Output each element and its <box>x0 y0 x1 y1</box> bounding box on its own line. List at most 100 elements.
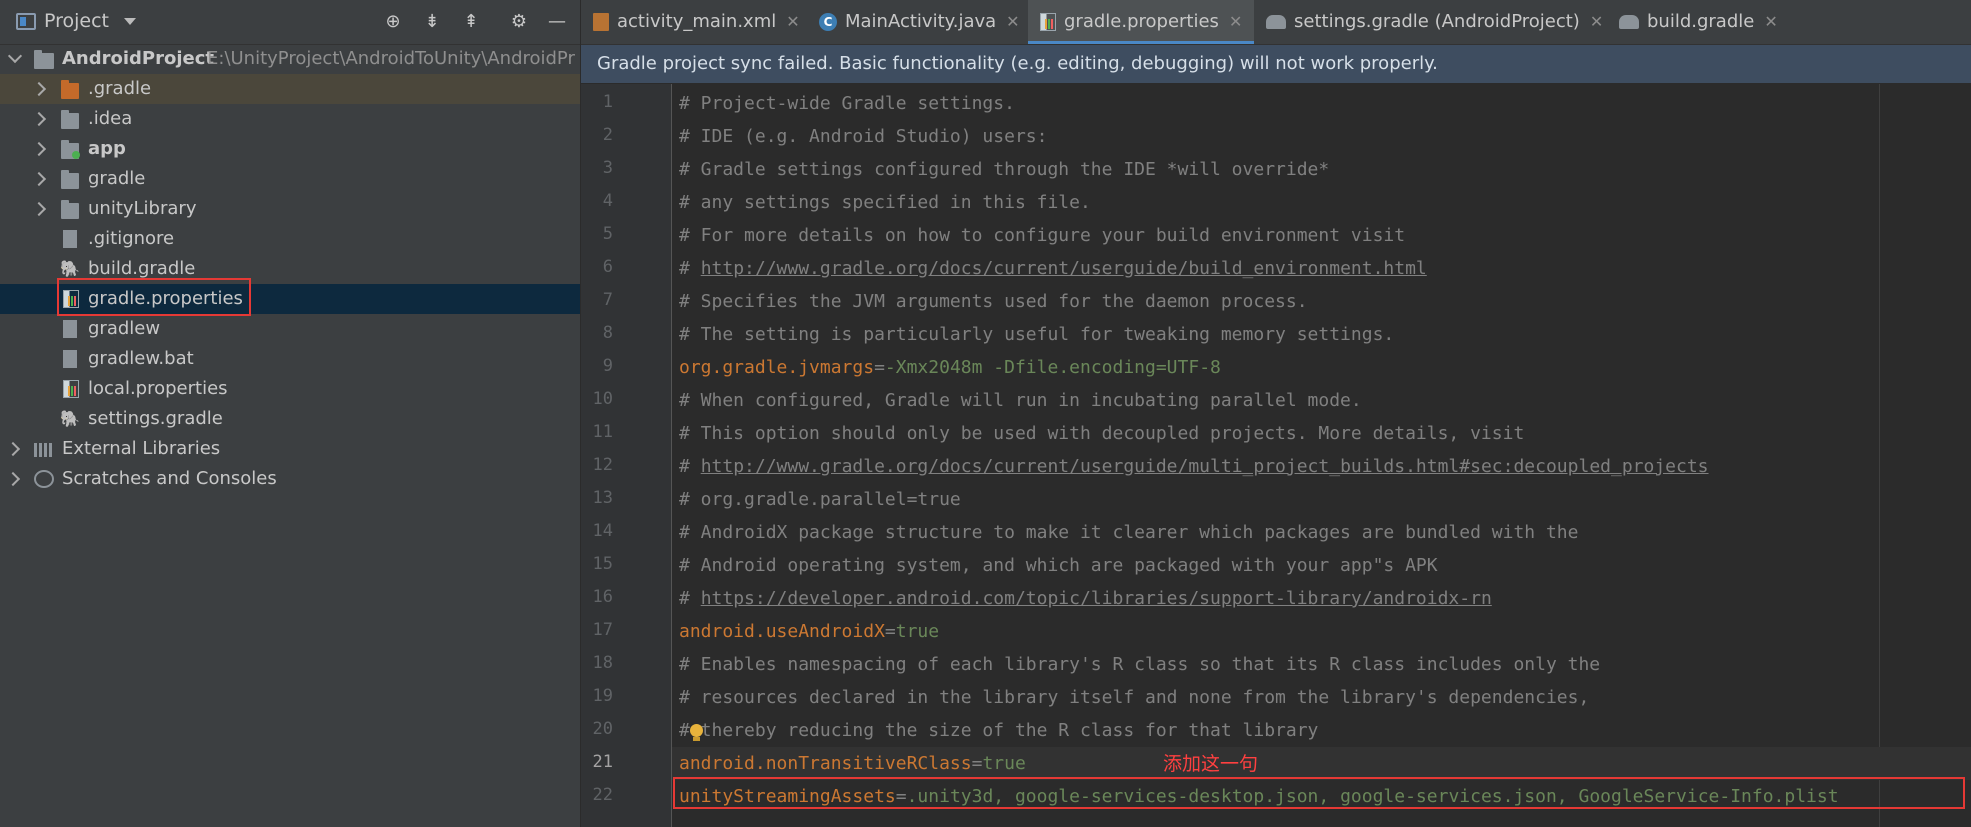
comment-text: # When configured, Gradle will run in in… <box>679 390 1362 411</box>
library-icon <box>34 443 54 457</box>
tree-item-local-properties[interactable]: local.properties <box>0 374 580 404</box>
chevron-right-icon[interactable] <box>31 111 47 127</box>
tree-root-item[interactable]: AndroidProject E:\UnityProject\AndroidTo… <box>0 44 580 74</box>
tab-activity-main-xml[interactable]: activity_main.xml ✕ <box>593 0 800 44</box>
tree-item-app[interactable]: app <box>0 134 580 164</box>
line-number: 6 <box>602 257 613 277</box>
comment-text: # Project-wide Gradle settings. <box>679 93 1015 114</box>
tree-item-gradle[interactable]: gradle <box>0 164 580 194</box>
editor-tab-bar: activity_main.xml ✕ C MainActivity.java ✕ g… <box>581 0 1971 45</box>
close-icon[interactable]: ✕ <box>1229 12 1242 31</box>
tab-label: activity_main.xml <box>617 11 777 32</box>
highlight-box <box>673 777 1965 809</box>
gradle-icon: 🐘 <box>60 409 80 428</box>
code-line[interactable]: # Gradle settings configured through the… <box>679 153 1329 186</box>
chevron-down-icon[interactable] <box>124 18 136 25</box>
close-icon[interactable]: ✕ <box>1590 12 1603 31</box>
hide-panel-icon[interactable]: — <box>546 11 568 33</box>
line-number: 8 <box>602 323 613 343</box>
comment-text: # <box>679 456 701 477</box>
tree-item-gradlew[interactable]: gradlew <box>0 314 580 344</box>
line-number: 11 <box>592 422 613 442</box>
code-line[interactable]: # any settings specified in this file. <box>679 186 1091 219</box>
line-number: 4 <box>602 191 613 211</box>
line-number: 15 <box>592 554 613 574</box>
comment-link[interactable]: http://www.gradle.org/docs/current/userg… <box>701 258 1427 279</box>
property-separator: = <box>874 357 885 378</box>
tree-item-scratches[interactable]: Scratches and Consoles <box>0 464 580 494</box>
code-line[interactable]: # AndroidX package structure to make it … <box>679 516 1578 549</box>
properties-file-icon <box>63 380 79 398</box>
chevron-right-icon[interactable] <box>5 441 21 457</box>
tree-item-label: gradlew.bat <box>88 348 194 369</box>
chevron-right-icon[interactable] <box>31 201 47 217</box>
comment-text: # <box>679 588 701 609</box>
property-separator: = <box>971 753 983 774</box>
code-line[interactable]: # http://www.gradle.org/docs/current/use… <box>679 252 1427 285</box>
chevron-right-icon[interactable] <box>31 141 47 157</box>
code-line[interactable]: # The setting is particularly useful for… <box>679 318 1394 351</box>
tab-settings-gradle[interactable]: settings.gradle (AndroidProject) ✕ <box>1266 0 1603 44</box>
gradle-icon: 🐘 <box>60 259 80 278</box>
code-line[interactable]: # org.gradle.parallel=true <box>679 483 961 516</box>
code-line[interactable]: # resources declared in the library itse… <box>679 681 1589 714</box>
tree-item-gradlew-bat[interactable]: gradlew.bat <box>0 344 580 374</box>
line-number: 20 <box>592 719 613 739</box>
code-line[interactable]: android.nonTransitiveRClass=true <box>672 747 1971 780</box>
tree-item-settings-gradle[interactable]: 🐘 settings.gradle <box>0 404 580 434</box>
comment-link[interactable]: https://developer.android.com/topic/libr… <box>701 588 1492 609</box>
code-line[interactable]: # http://www.gradle.org/docs/current/use… <box>679 450 1709 483</box>
tab-gradle-properties[interactable]: gradle.properties ✕ <box>1028 0 1255 44</box>
line-number: 22 <box>592 785 613 805</box>
code-line[interactable]: # For more details on how to configure y… <box>679 219 1405 252</box>
batch-file-icon <box>63 350 77 368</box>
chevron-down-icon[interactable] <box>7 48 23 64</box>
tab-label: MainActivity.java <box>845 11 997 32</box>
shell-script-icon <box>63 320 77 338</box>
property-value: true <box>982 753 1026 774</box>
expand-all-icon[interactable]: ⇟ <box>421 11 443 33</box>
line-number: 1 <box>602 92 613 112</box>
line-number: 14 <box>592 521 613 541</box>
code-line[interactable]: # Enables namespacing of each library's … <box>679 648 1600 681</box>
locate-file-icon[interactable]: ⊕ <box>382 11 404 33</box>
tab-build-gradle[interactable]: build.gradle ✕ <box>1619 0 1778 44</box>
code-line[interactable]: # Android operating system, and which ar… <box>679 549 1438 582</box>
code-line[interactable]: # IDE (e.g. Android Studio) users: <box>679 120 1047 153</box>
tree-item-label: gradle <box>88 168 146 189</box>
tree-item-external-libraries[interactable]: External Libraries <box>0 434 580 464</box>
gradle-icon <box>1266 15 1286 29</box>
code-line[interactable]: # This option should only be used with d… <box>679 417 1524 450</box>
lightbulb-icon[interactable] <box>690 724 703 741</box>
sync-failed-banner: Gradle project sync failed. Basic functi… <box>581 45 1971 83</box>
project-view-selector[interactable]: Project <box>44 10 109 32</box>
code-line[interactable]: # Specifies the JVM arguments used for t… <box>679 285 1308 318</box>
right-margin-guide <box>1879 84 1880 827</box>
code-line[interactable]: # Project-wide Gradle settings. <box>679 87 1015 120</box>
code-line[interactable]: # thereby reducing the size of the R cla… <box>679 714 1318 747</box>
property-key: org.gradle.jvmargs <box>679 357 875 378</box>
line-number: 12 <box>592 455 613 475</box>
tree-item-unitylibrary[interactable]: unityLibrary <box>0 194 580 224</box>
comment-text: # This option should only be used with d… <box>679 423 1525 444</box>
tree-item-idea[interactable]: .idea <box>0 104 580 134</box>
comment-link[interactable]: http://www.gradle.org/docs/current/userg… <box>701 456 1709 477</box>
comment-text: # Gradle settings configured through the… <box>679 159 1330 180</box>
tree-item-gitignore[interactable]: .gitignore <box>0 224 580 254</box>
tree-item-gradle-dir[interactable]: .gradle <box>0 74 580 104</box>
tab-mainactivity-java[interactable]: C MainActivity.java ✕ <box>819 0 1020 44</box>
chevron-right-icon[interactable] <box>31 81 47 97</box>
close-icon[interactable]: ✕ <box>1764 12 1777 31</box>
code-line[interactable]: # When configured, Gradle will run in in… <box>679 384 1362 417</box>
code-line[interactable]: org.gradle.jvmargs=-Xmx2048m -Dfile.enco… <box>679 351 1221 384</box>
tree-item-label: app <box>88 138 126 159</box>
gradle-icon <box>1619 15 1639 29</box>
close-icon[interactable]: ✕ <box>1006 12 1019 31</box>
gear-icon[interactable]: ⚙ <box>508 11 530 33</box>
code-line[interactable]: android.useAndroidX=true <box>679 615 939 648</box>
chevron-right-icon[interactable] <box>5 471 21 487</box>
code-line[interactable]: # https://developer.android.com/topic/li… <box>679 582 1492 615</box>
close-icon[interactable]: ✕ <box>786 12 799 31</box>
chevron-right-icon[interactable] <box>31 171 47 187</box>
collapse-all-icon[interactable]: ⇞ <box>460 11 482 33</box>
